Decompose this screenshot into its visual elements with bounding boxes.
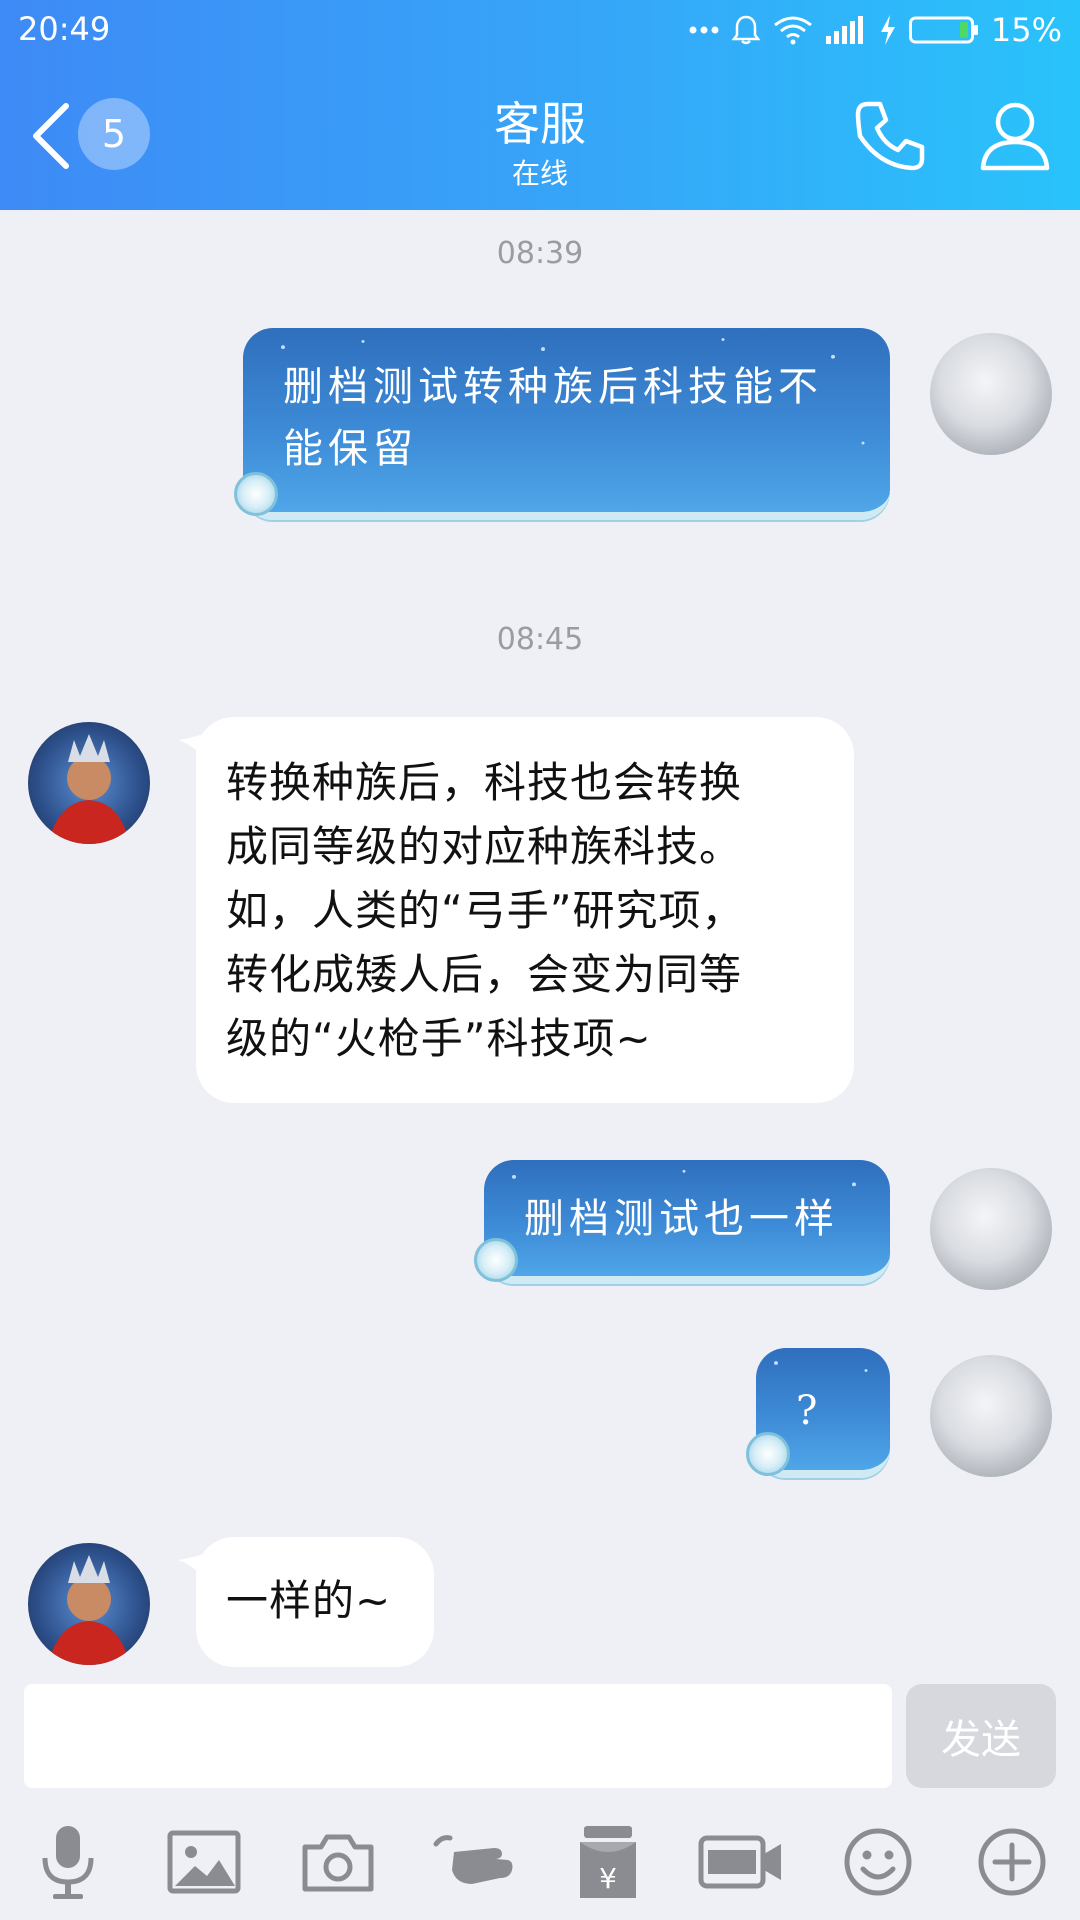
svg-text:¥: ¥ [599, 1862, 617, 1895]
message-timestamp: 08:39 [496, 236, 584, 271]
avatar[interactable] [930, 1355, 1052, 1477]
red-packet-button[interactable]: ¥ [566, 1820, 650, 1904]
incoming-message-bubble[interactable]: 转换种族后，科技也会转换 成同等级的对应种族科技。 如，人类的“弓手”研究项， … [196, 717, 854, 1103]
more-button[interactable] [970, 1820, 1054, 1904]
bubble-character-icon [234, 472, 278, 516]
plus-icon [978, 1828, 1046, 1896]
poke-button[interactable] [432, 1820, 516, 1904]
emoji-button[interactable] [836, 1820, 920, 1904]
bubble-character-icon [746, 1432, 790, 1476]
message-line: ? [796, 1388, 823, 1434]
poke-hand-icon [433, 1835, 513, 1884]
battery-percent: 15% [990, 11, 1062, 49]
camera-icon [302, 1834, 374, 1892]
signal-icon [825, 16, 863, 44]
person-icon [980, 102, 1050, 171]
incoming-message-bubble[interactable]: 一样的~ [196, 1537, 434, 1667]
message-line: 转换种族后，科技也会转换 [226, 758, 743, 807]
profile-button[interactable] [975, 96, 1055, 176]
image-button[interactable] [162, 1820, 246, 1904]
call-button[interactable] [850, 96, 930, 176]
message-timestamp: 08:45 [496, 622, 584, 657]
emoji-icon [844, 1828, 912, 1896]
message-line: 一样的~ [226, 1576, 392, 1625]
status-icons: 15% [689, 8, 1062, 52]
charging-icon [880, 15, 895, 45]
input-toolbar: ¥ [0, 1820, 1080, 1906]
outgoing-message-bubble[interactable]: 删档测试也一样 [484, 1160, 890, 1284]
phone-icon [855, 101, 925, 171]
camera-button[interactable] [296, 1820, 380, 1904]
bubble-character-icon [474, 1238, 518, 1282]
red-packet-icon: ¥ [580, 1826, 636, 1898]
agent-avatar-art [48, 1555, 130, 1665]
avatar[interactable] [930, 333, 1052, 455]
title-bar: 20:49 15% 5 客服 在线 [0, 0, 1080, 210]
gif-button[interactable] [696, 1820, 786, 1904]
message-line: 级的“火枪手”科技项~ [226, 1014, 652, 1063]
microphone-icon [42, 1826, 94, 1899]
wifi-icon [773, 16, 812, 45]
message-line: 转化成矮人后，会变为同等 [226, 950, 743, 999]
avatar[interactable] [930, 1168, 1052, 1290]
battery-icon [908, 16, 978, 44]
avatar[interactable] [28, 1543, 150, 1665]
avatar[interactable] [28, 722, 150, 844]
message-line: 成同等级的对应种族科技。 [226, 822, 743, 871]
more-dots-icon [689, 26, 719, 34]
message-input[interactable] [24, 1684, 892, 1788]
agent-avatar-art [48, 734, 130, 844]
status-bar: 20:49 15% [0, 0, 1080, 60]
send-button[interactable]: 发送 [906, 1684, 1056, 1788]
outgoing-message-bubble[interactable]: 删档测试转种族后科技能不 能保留 [243, 328, 890, 520]
message-line: 删档测试也一样 [524, 1196, 839, 1242]
voice-button[interactable] [26, 1820, 110, 1904]
image-icon [167, 1830, 241, 1894]
bell-icon [731, 15, 761, 45]
message-line: 如，人类的“弓手”研究项， [226, 886, 745, 935]
gif-icon [698, 1835, 781, 1889]
message-line: 能保留 [283, 426, 418, 472]
status-time: 20:49 [18, 10, 111, 48]
message-line: 删档测试转种族后科技能不 [283, 364, 823, 410]
